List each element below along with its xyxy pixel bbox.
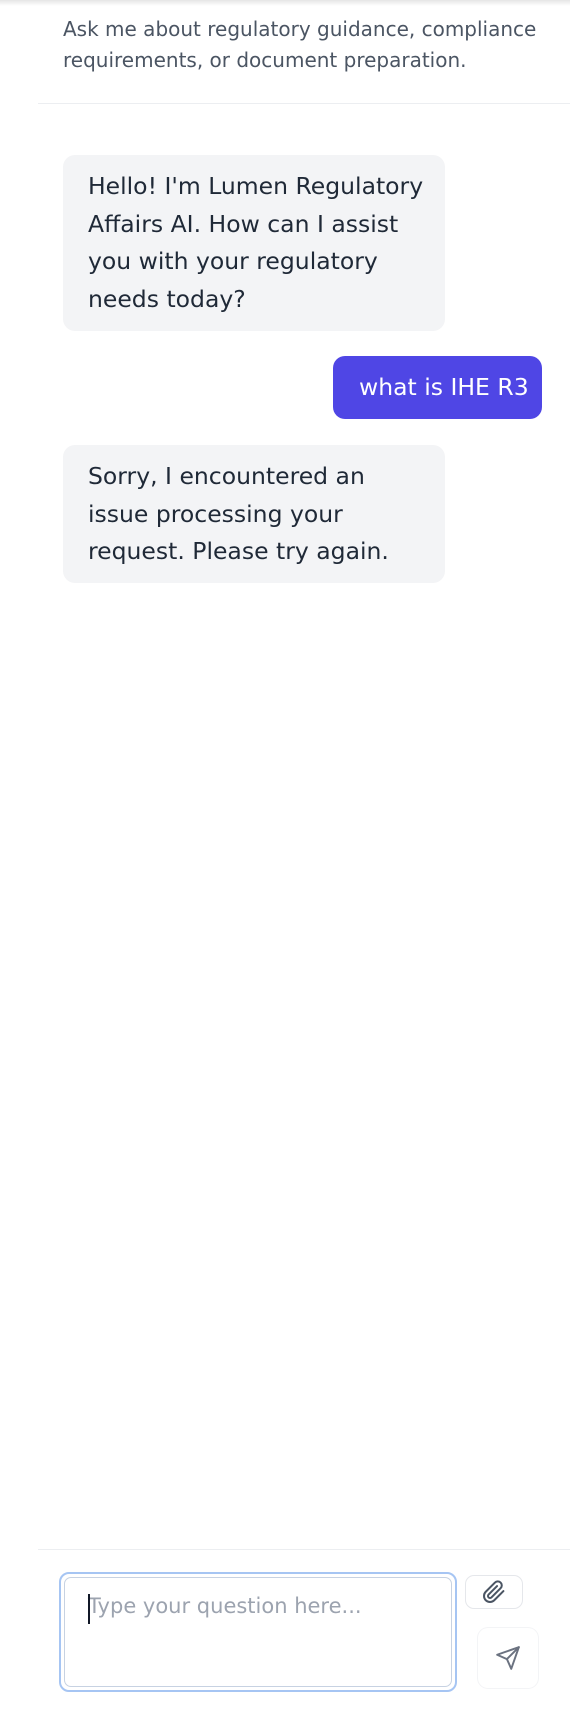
assistant-message: Hello! I'm Lumen Regulatory Affairs AI. … [63, 155, 445, 331]
paperclip-icon [482, 1580, 506, 1604]
text-caret [88, 1594, 90, 1624]
question-input[interactable] [65, 1578, 451, 1686]
chat-description: Ask me about regulatory guidance, compli… [63, 17, 537, 72]
attach-file-button[interactable] [465, 1575, 523, 1609]
user-message: what is IHE R3 [333, 356, 542, 419]
assistant-error-message: Sorry, I encountered an issue processing… [63, 445, 445, 583]
send-button[interactable] [478, 1628, 538, 1688]
question-input-wrapper [59, 1572, 457, 1692]
top-shadow [0, 0, 570, 6]
send-icon [495, 1645, 521, 1671]
header-divider [38, 103, 570, 104]
question-input-box [64, 1577, 452, 1687]
composer-divider [38, 1549, 570, 1550]
